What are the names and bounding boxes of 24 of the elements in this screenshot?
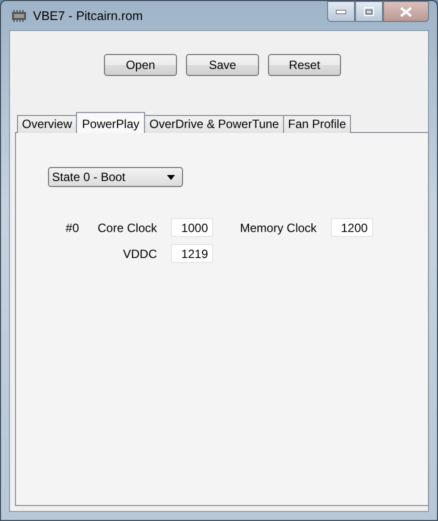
value-field[interactable]: 1000 <box>171 218 213 237</box>
tab[interactable]: Fan Profile <box>282 115 352 133</box>
open-button[interactable]: Open <box>104 54 177 76</box>
reset-button[interactable]: Reset <box>268 54 341 76</box>
field-label: Core Clock <box>96 220 157 234</box>
value-field[interactable]: 1219 <box>171 244 213 263</box>
close-button[interactable] <box>383 1 429 22</box>
window-title: VBE7 - Pitcairn.rom <box>33 8 143 22</box>
maximize-icon <box>364 7 374 16</box>
field-label: Memory Clock <box>240 220 317 234</box>
save-button[interactable]: Save <box>186 54 259 76</box>
close-icon <box>400 6 412 16</box>
tab[interactable]: PowerPlay <box>76 112 146 133</box>
field-label: VDDC <box>122 246 157 260</box>
value-field[interactable]: 1200 <box>330 218 373 237</box>
tab[interactable]: Overview <box>17 115 78 133</box>
dropdown-arrow-icon <box>167 174 175 180</box>
minimize-icon <box>336 10 346 14</box>
minimize-button[interactable] <box>327 1 355 22</box>
tab[interactable]: OverDrive & PowerTune <box>144 115 284 133</box>
state-dropdown[interactable]: State 0 - Boot <box>48 167 183 187</box>
chip-icon <box>11 10 27 22</box>
state-index: #0 <box>64 220 79 234</box>
maximize-button[interactable] <box>355 1 383 22</box>
